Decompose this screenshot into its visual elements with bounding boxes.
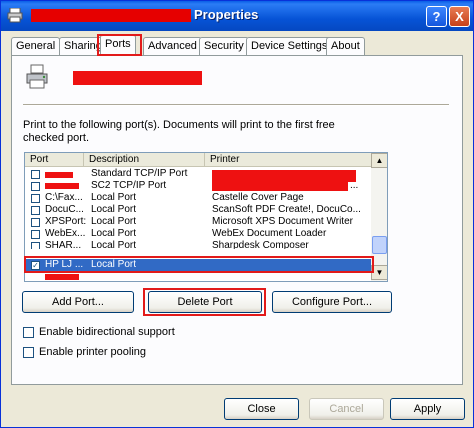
redacted-printer-name (31, 9, 191, 22)
tab-ports[interactable]: Ports (100, 34, 136, 56)
port-list-scrollbar[interactable]: ▲ ▼ (371, 153, 387, 281)
redacted-port (45, 172, 73, 178)
close-window-button[interactable]: X (449, 6, 470, 27)
bidirectional-checkbox[interactable] (23, 327, 34, 338)
port-checkbox-checked[interactable]: ✓ (31, 261, 40, 270)
pooling-label: Enable printer pooling (39, 346, 147, 358)
port-printer: Castelle Cover Page (212, 192, 304, 203)
port-name: C:\Fax... (45, 192, 83, 203)
port-checkbox[interactable] (31, 170, 40, 179)
printer-large-icon (26, 64, 48, 89)
pooling-checkbox[interactable] (23, 347, 34, 358)
port-row[interactable]: SHAR... Local Port Sharpdesk Composer (25, 240, 371, 249)
port-row[interactable]: SC2 TCP/IP Port ... (25, 180, 371, 192)
apply-button[interactable]: Apply (390, 398, 465, 420)
port-description: Local Port (91, 216, 137, 227)
separator (23, 104, 449, 106)
window-title: Properties (194, 7, 259, 22)
port-row[interactable]: Standard TCP/IP Port (25, 168, 371, 182)
port-name: HP LJ ... (45, 259, 84, 270)
port-name: WebEx... (45, 228, 86, 239)
port-printer: Microsoft XPS Document Writer (212, 216, 353, 227)
port-checkbox[interactable] (31, 242, 40, 249)
port-checkbox[interactable] (31, 230, 40, 239)
port-description: Standard TCP/IP Port (91, 168, 188, 179)
help-button[interactable]: ? (426, 6, 447, 27)
ports-instruction: Print to the following port(s). Document… (23, 119, 335, 144)
port-checkbox[interactable] (31, 218, 40, 227)
close-button[interactable]: Close (224, 398, 299, 420)
tab-advanced[interactable]: Advanced (143, 37, 202, 55)
tab-strip: General Sharing Ports Advanced Security … (11, 34, 463, 56)
port-checkbox[interactable] (31, 194, 40, 203)
properties-dialog: Properties ? X General Sharing Ports Adv… (0, 0, 474, 428)
bidirectional-label: Enable bidirectional support (39, 326, 175, 338)
port-description: SC2 TCP/IP Port (91, 180, 167, 191)
port-description: Local Port (91, 259, 137, 270)
port-row[interactable]: DocuC... Local Port ScanSoft PDF Create!… (25, 204, 371, 216)
port-printer: WebEx Document Loader (212, 228, 327, 239)
port-name: DocuC... (45, 204, 84, 215)
redacted-printer-name-field (73, 71, 202, 85)
port-description: Local Port (91, 240, 137, 249)
tab-security[interactable]: Security (199, 37, 249, 55)
port-description: Local Port (91, 192, 137, 203)
column-header-description[interactable]: Description (84, 153, 205, 167)
add-port-button[interactable]: Add Port... (22, 291, 134, 313)
port-list[interactable]: Port Description Printer Standard TCP/IP… (24, 152, 388, 282)
port-checkbox[interactable] (31, 182, 40, 191)
scroll-thumb[interactable] (372, 236, 387, 254)
port-row[interactable]: WebEx... Local Port WebEx Document Loade… (25, 228, 371, 240)
port-printer: ScanSoft PDF Create!, DocuCo... (212, 204, 361, 215)
delete-port-button[interactable]: Delete Port (148, 291, 262, 313)
port-list-header: Port Description Printer (25, 153, 371, 167)
port-description: Local Port (91, 228, 137, 239)
redacted-printer (212, 180, 348, 191)
scroll-up-icon[interactable]: ▲ (371, 153, 387, 168)
port-description: Local Port (91, 204, 137, 215)
port-row-selected[interactable]: ✓ HP LJ ... Local Port (25, 259, 371, 272)
redacted-port (45, 274, 79, 280)
scroll-down-icon[interactable]: ▼ (371, 265, 387, 280)
column-header-printer[interactable]: Printer (205, 153, 371, 167)
column-header-port[interactable]: Port (25, 153, 84, 167)
port-row[interactable]: XPSPort: Local Port Microsoft XPS Docume… (25, 216, 371, 228)
port-row[interactable]: C:\Fax... Local Port Castelle Cover Page (25, 192, 371, 204)
redacted-port (45, 183, 79, 189)
cancel-button[interactable]: Cancel (309, 398, 384, 420)
printer-icon (7, 8, 23, 23)
port-name: XPSPort: (45, 216, 87, 227)
title-bar[interactable]: Properties ? X (1, 1, 473, 31)
configure-port-button[interactable]: Configure Port... (272, 291, 392, 313)
tab-about[interactable]: About (326, 37, 365, 55)
port-printer: Sharpdesk Composer (212, 240, 309, 249)
port-printer: ... (350, 180, 359, 191)
port-name: SHAR... (45, 240, 82, 249)
tab-device-settings[interactable]: Device Settings (246, 37, 333, 55)
port-checkbox[interactable] (31, 206, 40, 215)
tab-general[interactable]: General (11, 37, 61, 55)
